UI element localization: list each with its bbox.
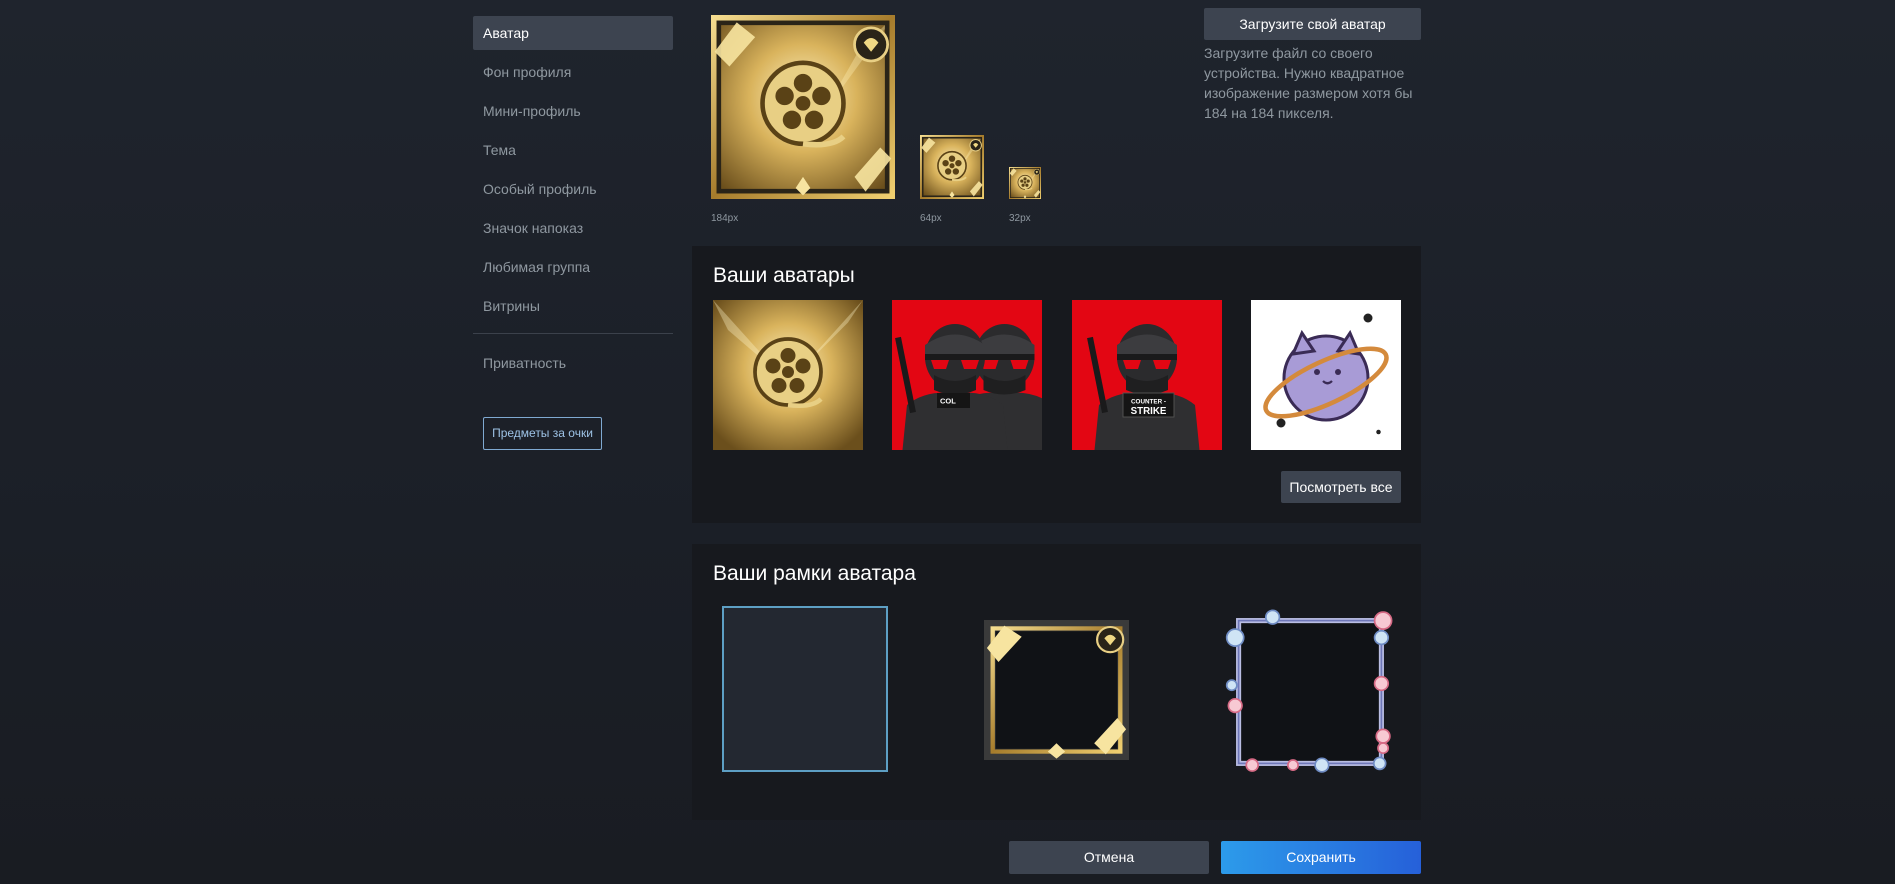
sidebar-item-favorite-group[interactable]: Любимая группа (473, 250, 673, 284)
preview-size-label-64: 64px (920, 213, 942, 224)
upload-description: Загрузите файл со своего устройства. Нуж… (1204, 45, 1413, 121)
avatar-preview-32 (1009, 167, 1041, 199)
avatar-preview-64 (920, 135, 984, 199)
save-button[interactable]: Сохранить (1221, 841, 1421, 874)
avatar-preview-184 (711, 15, 895, 199)
avatar-frames-panel: Ваши рамки аватара (692, 544, 1421, 820)
frame-bubbles[interactable] (1225, 607, 1395, 777)
sidebar-item-profile-background[interactable]: Фон профиля (473, 55, 673, 89)
sidebar-item-special-profile[interactable]: Особый профиль (473, 172, 673, 206)
avatar-thumb-film-reel[interactable] (713, 300, 863, 450)
sidebar-item-featured-badge[interactable]: Значок напоказ (473, 211, 673, 245)
view-all-avatars-button[interactable]: Посмотреть все (1281, 471, 1401, 503)
avatar-thumb-cs-duo[interactable]: COL (892, 300, 1042, 450)
avatar-thumb-counter-strike[interactable]: COUNTER - STRIKE (1072, 300, 1222, 450)
svg-text:COL: COL (940, 397, 956, 406)
points-shop-button[interactable]: Предметы за очки (483, 417, 602, 450)
avatars-panel-title: Ваши аватары (713, 264, 855, 287)
svg-text:STRIKE: STRIKE (1131, 406, 1167, 417)
avatar-thumb-cat-planet[interactable] (1251, 300, 1401, 450)
preview-size-label-32: 32px (1009, 213, 1031, 224)
avatars-panel: Ваши аватары COL COUNTER - STRIKE Посмот… (692, 246, 1421, 523)
sidebar-item-privacy[interactable]: Приватность (473, 346, 673, 380)
sidebar-item-theme[interactable]: Тема (473, 133, 673, 167)
sidebar-nav: Аватар Фон профиля Мини-профиль Тема Осо… (473, 16, 673, 450)
sidebar-item-mini-profile[interactable]: Мини-профиль (473, 94, 673, 128)
sidebar-item-avatar[interactable]: Аватар (473, 16, 673, 50)
avatar-frames-panel-title: Ваши рамки аватара (713, 562, 916, 585)
frame-gold-lightning[interactable] (984, 620, 1129, 760)
frame-none[interactable] (722, 606, 888, 772)
upload-avatar-button[interactable]: Загрузите свой аватар (1204, 8, 1421, 40)
cancel-button[interactable]: Отмена (1009, 841, 1209, 874)
svg-text:COUNTER -: COUNTER - (1131, 399, 1166, 406)
preview-size-label-184: 184px (711, 213, 739, 224)
sidebar-divider (473, 333, 673, 334)
sidebar-item-showcases[interactable]: Витрины (473, 289, 673, 323)
